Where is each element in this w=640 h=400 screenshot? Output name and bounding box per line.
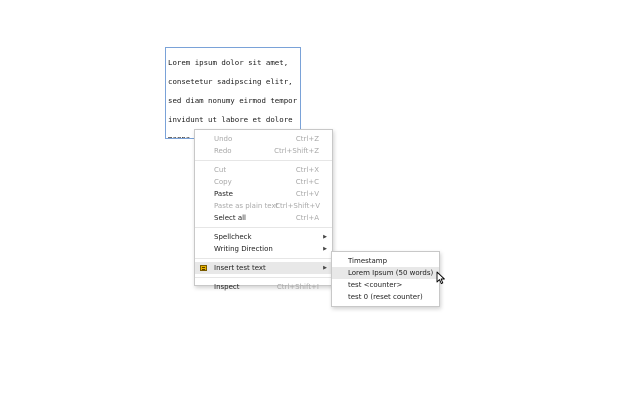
menu-item-undo-label: Undo [214,135,233,143]
submenu-item-label: test 0 (reset counter) [348,293,423,301]
submenu-arrow-icon: ▶ [323,265,327,271]
menu-item-writing-direction-label: Writing Direction [214,245,273,253]
menu-separator [195,258,332,259]
menu-item-inspect-label: Inspect [214,283,240,291]
menu-item-insert-test-text-label: Insert test text [214,264,266,272]
context-menu: Undo Ctrl+Z Redo Ctrl+Shift+Z Cut Ctrl+X… [194,129,333,291]
submenu-item-label: Lorem Ipsum (50 words) [348,269,434,277]
menu-separator [195,227,332,228]
mouse-pointer-icon [436,271,445,285]
menu-item-undo-shortcut: Ctrl+Z [295,135,319,143]
menu-item-writing-direction[interactable]: Writing Direction ▶ [195,243,332,255]
menu-item-redo[interactable]: Redo Ctrl+Shift+Z [195,145,332,157]
menu-item-undo[interactable]: Undo Ctrl+Z [195,133,332,145]
menu-item-copy-label: Copy [214,178,232,186]
submenu-item-test-reset-counter[interactable]: test 0 (reset counter) [332,291,439,303]
menu-item-inspect[interactable]: Inspect Ctrl+Shift+I [195,281,332,293]
submenu-item-label: test <counter> [348,281,403,289]
menu-item-select-all-label: Select all [214,214,246,222]
menu-item-paste-plain-label: Paste as plain text [214,202,279,210]
menu-item-paste-label: Paste [214,190,233,198]
submenu-item-test-counter[interactable]: test <counter> [332,279,439,291]
extension-icon [200,265,207,271]
menu-item-copy[interactable]: Copy Ctrl+C [195,176,332,188]
menu-item-insert-test-text[interactable]: Insert test text ▶ [195,262,332,274]
menu-item-cut-label: Cut [214,166,227,174]
submenu-item-timestamp[interactable]: Timestamp [332,255,439,267]
menu-item-select-all[interactable]: Select all Ctrl+A [195,212,332,224]
menu-item-spellcheck[interactable]: Spellcheck ▶ [195,231,332,243]
submenu-arrow-icon: ▶ [323,246,327,252]
menu-item-cut-shortcut: Ctrl+X [295,166,319,174]
menu-item-spellcheck-label: Spellcheck [214,233,252,241]
menu-item-redo-shortcut: Ctrl+Shift+Z [274,147,319,155]
menu-item-paste-plain-text[interactable]: Paste as plain text Ctrl+Shift+V [195,200,332,212]
menu-item-inspect-shortcut: Ctrl+Shift+I [276,283,319,291]
submenu-item-label: Timestamp [348,257,388,265]
menu-item-redo-label: Redo [214,147,232,155]
submenu-arrow-icon: ▶ [323,234,327,240]
text-area[interactable]: Lorem ipsum dolor sit amet, consetetur s… [165,47,301,139]
menu-item-copy-shortcut: Ctrl+C [295,178,319,186]
menu-item-paste-plain-shortcut: Ctrl+Shift+V [275,202,320,210]
insert-test-text-submenu: Timestamp Lorem Ipsum (50 words) test <c… [331,251,440,307]
menu-separator [195,160,332,161]
menu-item-paste[interactable]: Paste Ctrl+V [195,188,332,200]
submenu-item-lorem-ipsum[interactable]: Lorem Ipsum (50 words) [332,267,439,279]
menu-separator [195,277,332,278]
text-area-content: Lorem ipsum dolor sit amet, consetetur s… [168,58,298,139]
menu-item-select-all-shortcut: Ctrl+A [295,214,319,222]
menu-item-paste-shortcut: Ctrl+V [295,190,319,198]
menu-item-cut[interactable]: Cut Ctrl+X [195,164,332,176]
